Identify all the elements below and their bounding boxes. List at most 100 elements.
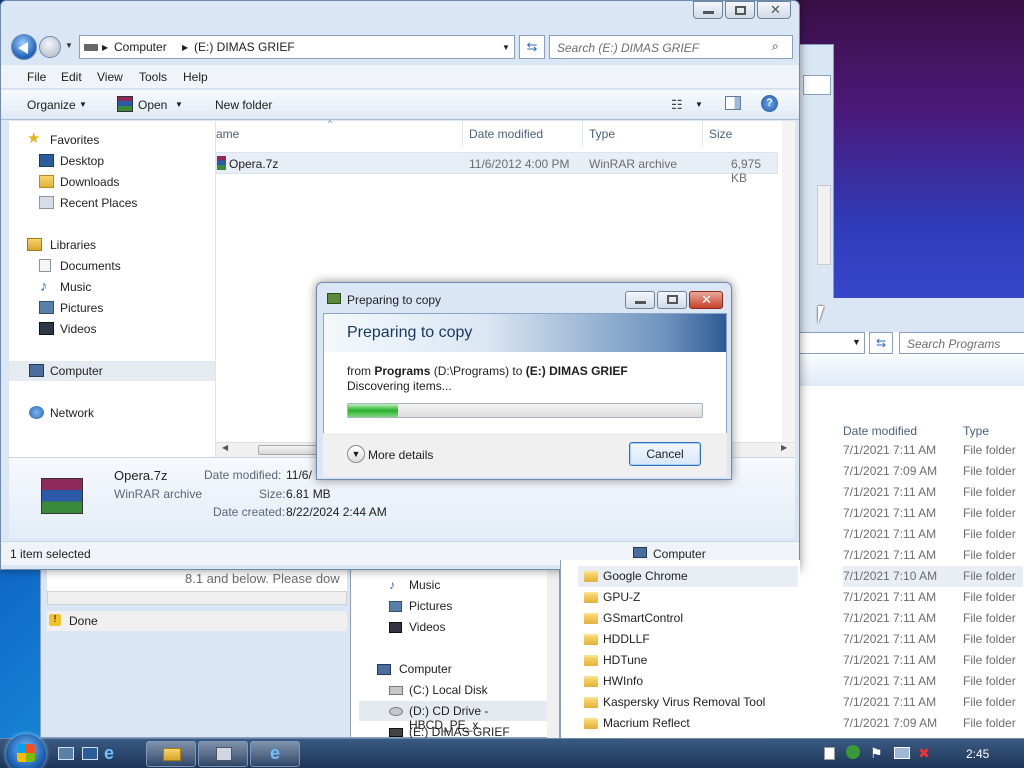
nav-pictures[interactable]: Pictures <box>9 298 215 318</box>
column-type[interactable]: Type <box>589 127 615 141</box>
scroll-left-icon[interactable]: ◀ <box>222 443 228 452</box>
help-icon[interactable]: ? <box>761 95 778 112</box>
back-button[interactable] <box>11 34 37 60</box>
nav-scrollbar[interactable] <box>547 567 559 739</box>
table-row[interactable]: 7/1/2021 7:11 AM File folder <box>843 629 1023 650</box>
notepad-tray-icon[interactable] <box>824 747 835 760</box>
address-dropdown-icon[interactable]: ▼ <box>502 43 510 52</box>
preview-pane-icon[interactable] <box>725 96 741 110</box>
dialog-restore-button[interactable] <box>657 291 687 309</box>
table-row[interactable]: 7/1/2021 7:11 AM File folder <box>843 692 1023 713</box>
background-scrollbar[interactable] <box>817 185 831 265</box>
folder-list-item[interactable]: GPU-Z <box>578 587 798 608</box>
nav-documents[interactable]: Documents <box>9 256 215 276</box>
expand-chevron-icon[interactable]: ▼ <box>347 445 365 463</box>
programs-search-input[interactable]: Search Programs <box>899 332 1024 354</box>
show-desktop-icon[interactable] <box>58 747 74 760</box>
vertical-scrollbar[interactable] <box>782 121 795 442</box>
organize-chevron-icon[interactable]: ▼ <box>79 100 87 109</box>
forward-button[interactable] <box>39 36 61 58</box>
nav-computer[interactable]: Computer <box>9 361 215 381</box>
view-options-icon[interactable]: ☷ <box>671 97 683 113</box>
nav-item-computer[interactable]: Computer <box>377 659 547 679</box>
table-row[interactable]: 7/1/2021 7:11 AM File folder <box>843 440 1023 461</box>
more-details-toggle[interactable]: More details <box>368 448 433 462</box>
security-tray-icon[interactable] <box>846 745 860 759</box>
folder-list-item[interactable]: HDTune <box>578 650 798 671</box>
nav-item-pictures[interactable]: Pictures <box>389 596 549 616</box>
table-row[interactable]: 7/1/2021 7:09 AM File folder <box>843 461 1023 482</box>
column-divider[interactable] <box>702 121 703 147</box>
folder-list-item[interactable]: Kaspersky Virus Removal Tool <box>578 692 798 713</box>
menu-file[interactable]: File <box>27 70 46 84</box>
column-divider[interactable] <box>582 121 583 147</box>
scroll-thumb[interactable] <box>258 445 318 455</box>
action-center-flag-icon[interactable]: ⚑ <box>870 745 883 762</box>
table-row[interactable]: 7/1/2021 7:11 AM File folder <box>843 671 1023 692</box>
breadcrumb-computer[interactable]: Computer <box>114 40 167 54</box>
nav-libraries[interactable]: Libraries <box>9 235 215 255</box>
folder-list-item[interactable]: Macrium Reflect <box>578 713 798 734</box>
taskbar-computer-button[interactable] <box>198 741 248 767</box>
column-date-modified[interactable]: Date modified <box>843 424 917 438</box>
nav-favorites[interactable]: ★ Favorites <box>9 130 215 150</box>
menu-tools[interactable]: Tools <box>139 70 167 84</box>
internet-explorer-icon[interactable]: e <box>104 743 114 764</box>
scroll-right-icon[interactable]: ▶ <box>781 443 787 452</box>
recent-pages-chevron-icon[interactable]: ▼ <box>65 41 73 50</box>
refresh-icon[interactable]: ⇆ <box>869 332 893 354</box>
start-button[interactable] <box>6 734 46 768</box>
maximize-button[interactable] <box>725 1 755 19</box>
close-button[interactable]: ✕ <box>757 1 791 19</box>
menu-edit[interactable]: Edit <box>61 70 82 84</box>
table-row[interactable]: 7/1/2021 7:11 AM File folder <box>843 608 1023 629</box>
explorer-titlebar[interactable]: ✕ <box>1 1 799 31</box>
switch-windows-icon[interactable] <box>82 747 98 760</box>
table-row[interactable]: 7/1/2021 7:11 AM File folder <box>843 524 1023 545</box>
taskbar-browser-button[interactable]: e <box>250 741 300 767</box>
minimize-button[interactable] <box>693 1 723 19</box>
dialog-minimize-button[interactable] <box>625 291 655 309</box>
nav-desktop[interactable]: Desktop <box>9 151 215 171</box>
table-row[interactable]: 7/1/2021 7:11 AM File folder <box>843 650 1023 671</box>
taskbar-clock[interactable]: 2:45 <box>966 747 989 761</box>
volume-muted-icon[interactable]: ✖ <box>918 745 930 762</box>
nav-downloads[interactable]: Downloads <box>9 172 215 192</box>
table-row[interactable]: 7/1/2021 7:09 AM File folder <box>843 713 1023 734</box>
breadcrumb-separator-icon[interactable]: ▶ <box>182 43 188 52</box>
folder-list-item[interactable]: GSmartControl <box>578 608 798 629</box>
nav-item-videos[interactable]: Videos <box>389 617 549 637</box>
column-size[interactable]: Size <box>709 127 732 141</box>
nav-item-music[interactable]: ♪ Music <box>389 575 549 595</box>
nav-music[interactable]: ♪ Music <box>9 277 215 297</box>
nav-item-drive-c[interactable]: (C:) Local Disk <box>389 680 549 700</box>
cancel-button[interactable]: Cancel <box>629 442 701 466</box>
open-button[interactable]: Open <box>138 98 167 112</box>
search-input[interactable]: Search (E:) DIMAS GRIEF ⌕ <box>549 35 793 59</box>
column-type[interactable]: Type <box>963 424 989 438</box>
column-date-modified[interactable]: Date modified <box>469 127 543 141</box>
new-folder-button[interactable]: New folder <box>215 98 272 112</box>
open-chevron-icon[interactable]: ▼ <box>175 100 183 109</box>
programs-address-fragment[interactable]: ▼ <box>799 332 865 354</box>
table-row[interactable]: 7/1/2021 7:11 AM File folder <box>843 545 1023 566</box>
breadcrumb-drive[interactable]: (E:) DIMAS GRIEF <box>194 40 295 54</box>
nav-item-drive-d[interactable]: (D:) CD Drive - HBCD_PE_x <box>359 701 549 732</box>
folder-list-item[interactable]: HWInfo <box>578 671 798 692</box>
menu-view[interactable]: View <box>97 70 123 84</box>
dialog-close-button[interactable]: ✕ <box>689 291 723 309</box>
organize-button[interactable]: Organize <box>27 98 76 112</box>
browser-hscrollbar[interactable] <box>47 591 347 605</box>
refresh-button[interactable]: ⇆ <box>519 35 545 59</box>
chevron-down-icon[interactable]: ▼ <box>852 337 861 347</box>
nav-recent-places[interactable]: Recent Places <box>9 193 215 213</box>
nav-videos[interactable]: Videos <box>9 319 215 339</box>
folder-list-item[interactable]: Google Chrome <box>578 566 798 587</box>
nav-network[interactable]: Network <box>9 403 215 423</box>
breadcrumb-separator-icon[interactable]: ▶ <box>102 43 108 52</box>
table-row[interactable]: 7/1/2021 7:11 AM File folder <box>843 482 1023 503</box>
table-row[interactable]: 7/1/2021 7:11 AM File folder <box>843 587 1023 608</box>
address-bar[interactable]: ▶ Computer ▶ (E:) DIMAS GRIEF ▼ <box>79 35 515 59</box>
folder-list-item[interactable]: HDDLLF <box>578 629 798 650</box>
table-row[interactable]: 7/1/2021 7:10 AM File folder <box>843 566 1023 587</box>
